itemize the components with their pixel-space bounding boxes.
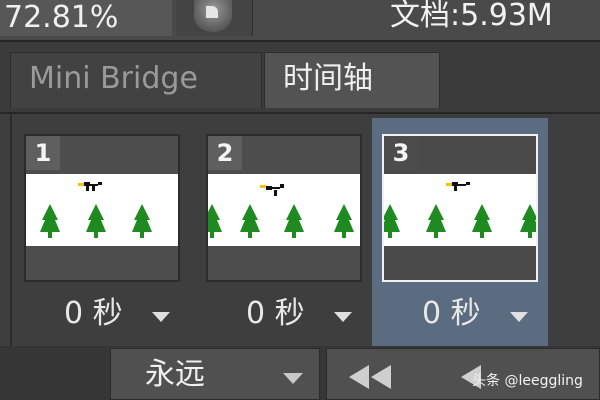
panel-tabs: Mini Bridge 时间轴 xyxy=(0,40,600,114)
tab-mini-bridge[interactable]: Mini Bridge xyxy=(10,52,262,108)
frame-delay[interactable]: 0 秒 xyxy=(64,294,123,334)
bird-and-trees-image xyxy=(40,182,152,238)
frame-image xyxy=(384,174,536,246)
frame-thumbnail[interactable]: 3 xyxy=(382,134,538,282)
frame-number: 2 xyxy=(208,136,242,170)
frame-1[interactable]: 1 0 秒 xyxy=(14,118,190,346)
loop-options-select[interactable]: 永远 xyxy=(110,348,320,400)
frame-image xyxy=(208,174,360,246)
frame-3[interactable]: 3 0 秒 xyxy=(372,118,548,346)
frame-thumbnail[interactable]: 1 xyxy=(24,134,180,282)
delay-dropdown-icon[interactable] xyxy=(510,312,528,322)
frame-delay[interactable]: 0 秒 xyxy=(422,294,481,334)
status-bar: 72.81% 文档:5.93M xyxy=(0,0,600,40)
delay-dropdown-icon[interactable] xyxy=(334,312,352,322)
document-size: 文档:5.93M xyxy=(390,0,553,33)
frame-delay[interactable]: 0 秒 xyxy=(246,294,305,334)
document-info-button[interactable] xyxy=(176,0,253,36)
watermark: 头条 @leeggling xyxy=(472,373,583,389)
frame-thumbnail[interactable]: 2 xyxy=(206,134,362,282)
loop-value: 永远 xyxy=(145,357,205,392)
frame-number: 1 xyxy=(26,136,60,170)
frame-image xyxy=(26,174,178,246)
timeline-frames: 1 0 秒 2 0 秒 3 0 秒 xyxy=(0,114,600,346)
frame-number: 3 xyxy=(384,136,418,170)
tab-timeline[interactable]: 时间轴 xyxy=(264,52,440,108)
frame-2[interactable]: 2 0 秒 xyxy=(196,118,372,346)
zoom-level[interactable]: 72.81% xyxy=(0,0,172,36)
document-info-icon xyxy=(194,0,232,32)
bird-and-trees-image xyxy=(208,184,354,238)
delay-dropdown-icon[interactable] xyxy=(152,312,170,322)
first-frame-icon[interactable] xyxy=(341,363,401,391)
chevron-down-icon xyxy=(283,373,303,384)
bird-and-trees-image xyxy=(384,182,536,238)
